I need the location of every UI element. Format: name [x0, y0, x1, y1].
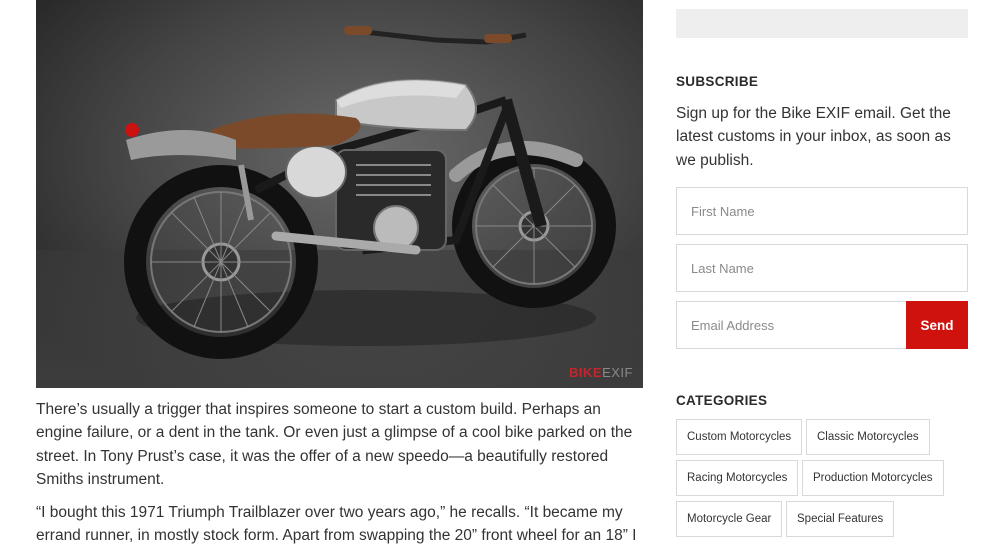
- motorcycle-illustration: [36, 0, 643, 388]
- article-body: There’s usually a trigger that inspires …: [36, 398, 648, 556]
- hero-photo: BIKEEXIF: [36, 0, 643, 388]
- send-button[interactable]: Send: [906, 301, 968, 349]
- email-field[interactable]: [676, 301, 907, 349]
- first-name-field[interactable]: [676, 187, 968, 235]
- category-tag-special-features[interactable]: Special Features: [786, 501, 895, 537]
- category-tag-custom-motorcycles[interactable]: Custom Motorcycles: [676, 419, 803, 455]
- category-tag-production-motorcycles[interactable]: Production Motorcycles: [802, 460, 944, 496]
- email-row: Send: [676, 301, 968, 349]
- last-name-input[interactable]: [677, 245, 967, 291]
- sidebar-search-bar[interactable]: [676, 9, 968, 38]
- first-name-input[interactable]: [677, 188, 967, 234]
- article-paragraph: “I bought this 1971 Triumph Trailblazer …: [36, 503, 637, 545]
- category-tag-motorcycle-gear[interactable]: Motorcycle Gear: [676, 501, 783, 537]
- subscribe-heading: SUBSCRIBE: [676, 74, 759, 89]
- article-paragraph: There’s usually a trigger that inspires …: [36, 401, 633, 489]
- watermark-bike: BIKE: [569, 365, 603, 380]
- subscribe-description: Sign up for the Bike EXIF email. Get the…: [676, 105, 951, 169]
- category-tag-racing-motorcycles[interactable]: Racing Motorcycles: [676, 460, 799, 496]
- photo-watermark: BIKEEXIF: [569, 365, 633, 380]
- categories-heading: CATEGORIES: [676, 393, 768, 408]
- watermark-exif: EXIF: [602, 365, 633, 380]
- email-input[interactable]: [677, 302, 906, 348]
- last-name-field[interactable]: [676, 244, 968, 292]
- category-tag-classic-motorcycles[interactable]: Classic Motorcycles: [806, 419, 930, 455]
